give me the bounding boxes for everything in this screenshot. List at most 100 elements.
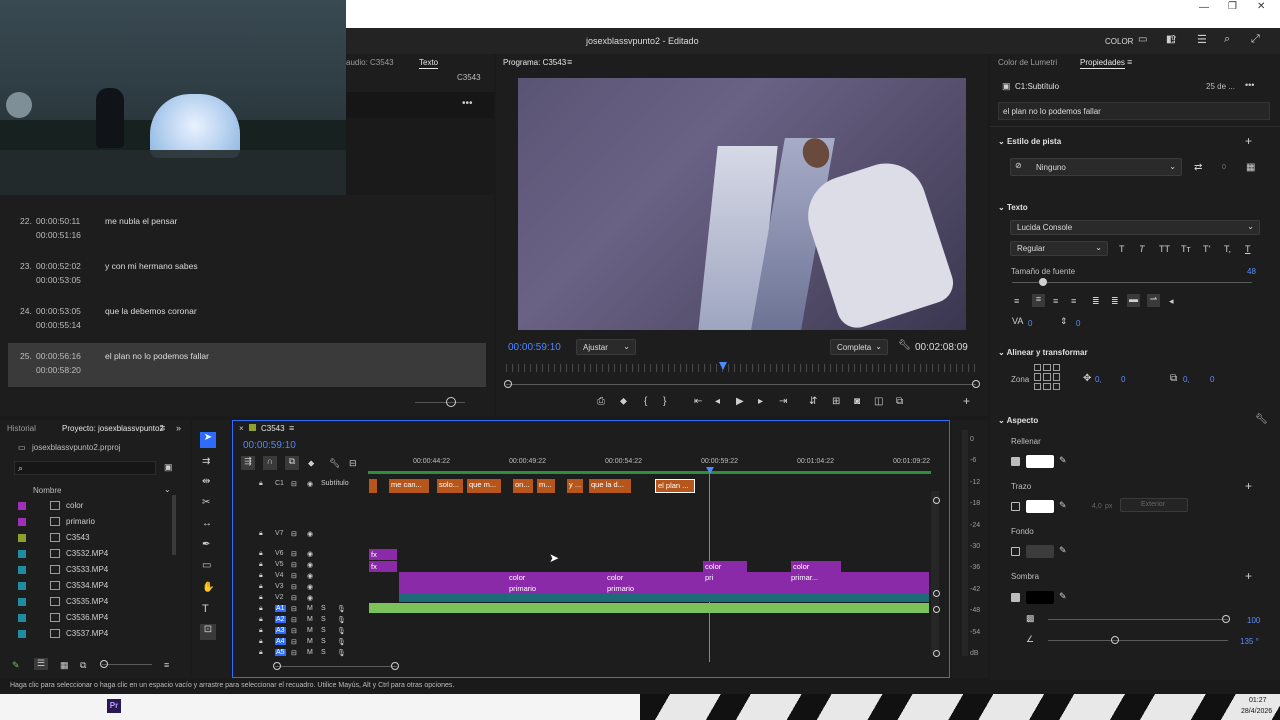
scale-y-value[interactable]: 0 — [1210, 375, 1214, 384]
style-section-toggle[interactable]: ⌄ Estilo de pista — [998, 137, 1061, 146]
subtitle-row-selected[interactable]: 25. 00:00:56:16 00:00:58:20 el plan no l… — [8, 343, 486, 387]
zoom-slider-handle[interactable] — [100, 660, 108, 668]
lock-icon[interactable]: 🔒︎ — [259, 572, 263, 580]
go-to-in-icon[interactable]: ⇤ — [694, 396, 702, 407]
lock-icon[interactable]: 🔒︎ — [259, 605, 263, 613]
stroke-checkbox[interactable] — [1011, 502, 1020, 511]
track-label[interactable]: V7 — [275, 530, 284, 537]
hand-icon[interactable]: ✋ — [202, 582, 214, 593]
justify-all-icon[interactable]: ▬ — [1127, 294, 1140, 307]
subtitle-clip[interactable]: solo... — [437, 479, 463, 493]
quality-dropdown[interactable]: Completa ⌄ — [830, 339, 888, 355]
subtitle-clip[interactable]: que m... — [467, 479, 501, 493]
aspect-section-toggle[interactable]: ⌄ Aspecto — [998, 416, 1038, 425]
track-output-icon[interactable]: ⊟ — [291, 649, 297, 657]
chevron-right-icon[interactable]: » — [176, 423, 181, 433]
track-label[interactable]: V6 — [275, 550, 284, 557]
mic-icon[interactable]: 🎙︎ — [337, 638, 346, 646]
timeline-v-scrollbar[interactable] — [931, 491, 939, 655]
align-center-icon[interactable]: ≡ — [1032, 294, 1045, 307]
track-output-icon[interactable]: ⊟ — [291, 594, 297, 602]
mute-icon[interactable]: M — [307, 605, 313, 612]
track-output-icon[interactable]: ⊟ — [291, 605, 297, 613]
new-bin-icon[interactable]: ▣ — [164, 462, 173, 473]
v-scroll-handle-audio[interactable] — [933, 606, 940, 613]
shadow-opacity-slider[interactable] — [1048, 619, 1228, 620]
superscript-icon[interactable]: T' — [1203, 244, 1210, 254]
add-button-icon[interactable]: + — [963, 394, 970, 408]
track-output-icon[interactable]: ⊟ — [291, 561, 297, 569]
track-header-v5[interactable]: 🔒︎ V5 ⊟ ◉ — [259, 561, 359, 572]
sequence-tab[interactable]: C3543 — [261, 424, 285, 433]
eye-icon[interactable]: ◉ — [307, 572, 313, 580]
add-marker-icon[interactable]: ⬥ — [620, 396, 627, 407]
panel-menu-icon[interactable]: ≡ — [160, 423, 165, 433]
video-track-v3[interactable]: primario primario — [399, 583, 929, 594]
captions-tool-icon[interactable]: ⊡ — [200, 624, 216, 640]
shadow-angle-handle[interactable] — [1111, 636, 1119, 644]
mark-out-icon[interactable]: } — [663, 396, 666, 407]
stroke-width[interactable]: 4,0 — [1092, 503, 1102, 510]
time-ruler[interactable] — [506, 364, 976, 372]
subtitle-clip[interactable]: on... — [513, 479, 533, 493]
caps-icon[interactable]: TT — [1159, 244, 1170, 254]
stroke-color-swatch[interactable] — [1026, 500, 1054, 513]
track-label[interactable]: V5 — [275, 561, 284, 568]
play-icon[interactable]: ▶ — [736, 396, 744, 407]
sort-icon[interactable]: ⌄ — [164, 485, 171, 494]
vr-icon[interactable]: ⧉ — [896, 396, 903, 407]
justify-left-icon[interactable]: ≣ — [1092, 296, 1100, 307]
track-output-icon[interactable]: ⊟ — [291, 550, 297, 558]
eye-icon[interactable]: ◉ — [307, 480, 313, 488]
align-right-icon[interactable]: ≡ — [1053, 296, 1058, 306]
fullscreen-icon[interactable]: ⤢ — [1251, 33, 1260, 46]
eye-icon[interactable]: ◉ — [307, 550, 313, 558]
v-scroll-handle-mid[interactable] — [933, 590, 940, 597]
minimize-icon[interactable]: — — [1199, 2, 1209, 18]
fit-dropdown[interactable]: Ajustar ⌄ — [576, 339, 636, 355]
shadow-angle-slider[interactable] — [1048, 640, 1228, 641]
track-header-v3[interactable]: 🔒︎ V3 ⊟ ◉ — [259, 583, 359, 594]
video-clip[interactable]: color — [703, 561, 747, 572]
underline-icon[interactable]: T — [1245, 244, 1251, 254]
project-scrollbar[interactable] — [172, 495, 176, 555]
track-header-a1[interactable]: 🔒︎ A1 ⊟ M S 🎙︎ — [259, 605, 359, 616]
track-header-v2[interactable]: 🔒︎ V2 ⊟ ◉ — [259, 594, 359, 605]
shadow-angle-value[interactable]: 135 ° — [1240, 637, 1259, 646]
menu-icon[interactable]: ☰ — [1197, 33, 1207, 46]
compare-icon[interactable]: ◫ — [874, 396, 883, 407]
search-icon[interactable]: ⌕ — [1224, 33, 1230, 46]
mute-icon[interactable]: M — [307, 649, 313, 656]
tab-history[interactable]: Historial — [7, 424, 36, 433]
subscript-icon[interactable]: T, — [1224, 244, 1231, 254]
position-x-value[interactable]: 0, — [1095, 375, 1102, 384]
close-icon[interactable]: ✕ — [1257, 1, 1265, 17]
lock-icon[interactable]: 🔒︎ — [259, 638, 263, 646]
text-content-field[interactable]: el plan no lo podemos fallar — [998, 102, 1270, 120]
lock-icon[interactable]: 🔒︎ — [259, 616, 263, 624]
align-section-toggle[interactable]: ⌄ Alinear y transformar — [998, 348, 1088, 357]
track-label[interactable]: A3 — [275, 627, 286, 634]
captions-icon[interactable]: ⊟ — [349, 458, 357, 469]
lock-icon[interactable]: 🔒︎ — [259, 530, 263, 538]
tab-properties[interactable]: Propiedades — [1080, 58, 1125, 69]
restore-icon[interactable]: ❐ — [1228, 1, 1237, 17]
h-scroll-handle-right[interactable] — [391, 662, 399, 670]
lock-icon[interactable]: 🔒︎ — [259, 480, 263, 488]
shadow-opacity-handle[interactable] — [1222, 615, 1230, 623]
marker-icon[interactable]: ⬥ — [308, 458, 314, 469]
panel-icon[interactable]: ▭ — [1138, 34, 1147, 45]
track-output-icon[interactable]: ⊟ — [291, 616, 297, 624]
zoom-slider[interactable] — [102, 664, 152, 665]
subtitle-row[interactable]: 22. 00:00:50:11 00:00:51:16 me nubla el … — [8, 210, 486, 254]
small-caps-icon[interactable]: Tт — [1181, 244, 1191, 254]
icon-view-icon[interactable]: ▦ — [60, 660, 69, 671]
eyedropper-icon[interactable]: ✎ — [1059, 500, 1067, 511]
export-icon[interactable]: ⇪ — [1169, 33, 1178, 46]
track-output-icon[interactable]: ⊟ — [291, 572, 297, 580]
mute-icon[interactable]: M — [307, 638, 313, 645]
mute-icon[interactable]: M — [307, 627, 313, 634]
track-output-icon[interactable]: ⊟ — [291, 480, 297, 488]
scale-x-value[interactable]: 0, — [1183, 375, 1190, 384]
subtitle-clip[interactable]: me can... — [389, 479, 429, 493]
